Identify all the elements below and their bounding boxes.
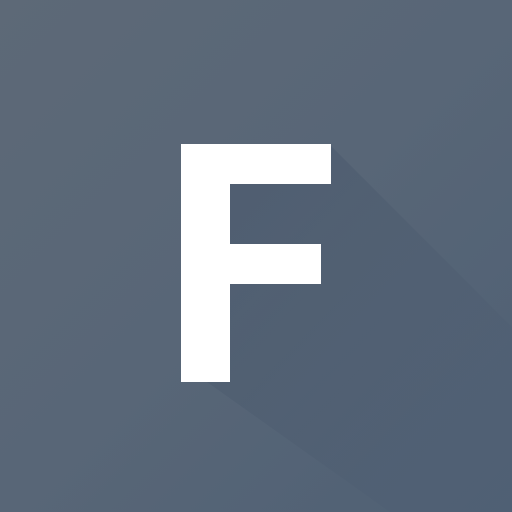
app-icon-tile <box>0 0 512 512</box>
letter-f-icon <box>181 144 512 512</box>
long-shadow <box>182 145 512 512</box>
